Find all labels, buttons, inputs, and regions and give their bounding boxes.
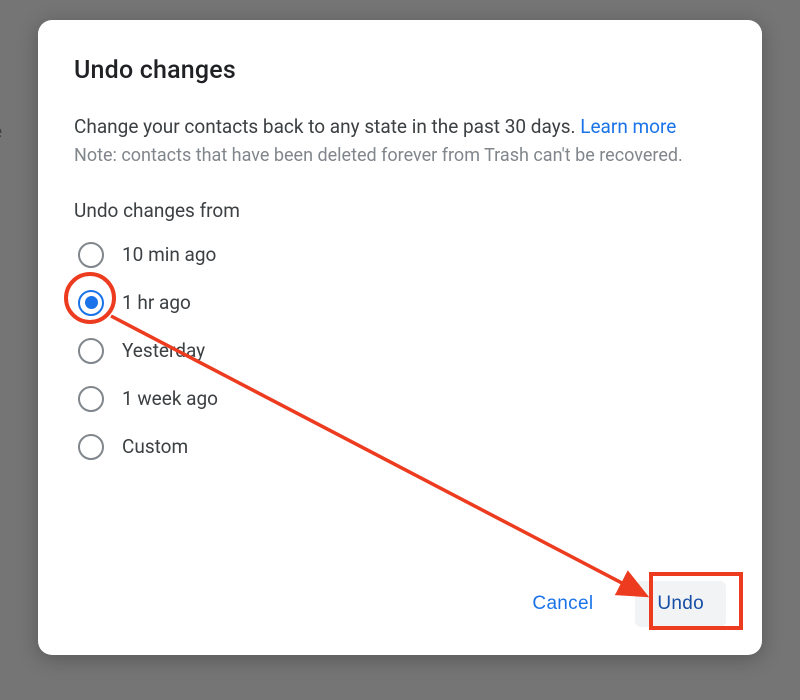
section-label: Undo changes from xyxy=(74,199,726,222)
radio-icon xyxy=(78,242,104,268)
radio-option-1week[interactable]: 1 week ago xyxy=(78,386,726,412)
radio-label: 10 min ago xyxy=(122,243,216,266)
undo-changes-dialog: Undo changes Change your contacts back t… xyxy=(38,20,762,655)
radio-label: Yesterday xyxy=(122,339,205,362)
dialog-description: Change your contacts back to any state i… xyxy=(74,113,726,141)
radio-icon xyxy=(78,386,104,412)
radio-group: 10 min ago 1 hr ago Yesterday 1 week ago… xyxy=(74,242,726,460)
dialog-title: Undo changes xyxy=(74,56,726,85)
radio-option-1hr[interactable]: 1 hr ago xyxy=(78,290,726,316)
background-edge-text: e xyxy=(0,120,2,143)
radio-label: 1 week ago xyxy=(122,387,218,410)
radio-option-10min[interactable]: 10 min ago xyxy=(78,242,726,268)
radio-label: Custom xyxy=(122,435,188,458)
dialog-actions: Cancel Undo xyxy=(510,581,726,627)
radio-icon xyxy=(78,434,104,460)
dialog-note: Note: contacts that have been deleted fo… xyxy=(74,143,726,169)
radio-option-yesterday[interactable]: Yesterday xyxy=(78,338,726,364)
undo-button[interactable]: Undo xyxy=(635,581,726,627)
radio-icon xyxy=(78,338,104,364)
radio-icon-selected xyxy=(78,290,104,316)
learn-more-link[interactable]: Learn more xyxy=(580,115,676,138)
radio-option-custom[interactable]: Custom xyxy=(78,434,726,460)
radio-label: 1 hr ago xyxy=(122,291,191,314)
cancel-button[interactable]: Cancel xyxy=(510,581,615,627)
description-text: Change your contacts back to any state i… xyxy=(74,115,580,138)
